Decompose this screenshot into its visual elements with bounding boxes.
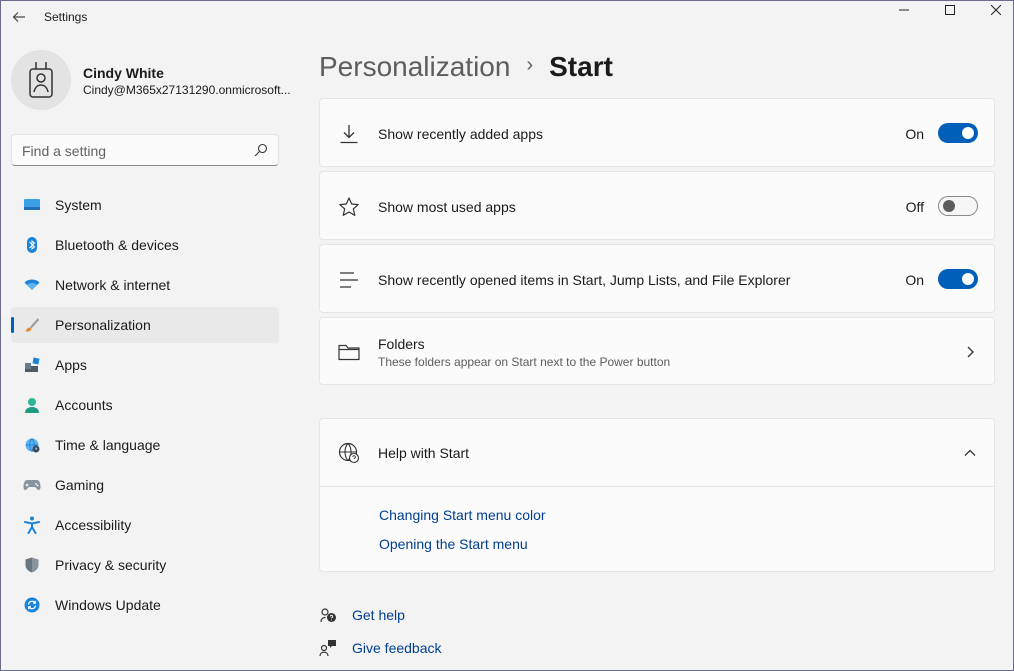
update-icon — [23, 596, 41, 614]
search-box[interactable] — [11, 134, 279, 166]
chevron-right-icon — [962, 344, 978, 360]
sidebar-item-label: Gaming — [55, 477, 105, 493]
help-title: Help with Start — [378, 445, 470, 461]
close-icon — [991, 5, 1001, 15]
settings-window: Settings Cindy White Cindy@M365x27131290… — [0, 0, 1014, 671]
toggle-state-text: On — [905, 126, 924, 142]
sidebar-item-label: Apps — [55, 357, 87, 373]
badge-person-icon — [29, 62, 53, 98]
close-button[interactable] — [973, 1, 1014, 19]
page-title: Start — [549, 51, 613, 82]
sidebar-nav: System Bluetooth & devices Network & int… — [11, 187, 279, 627]
help-header[interactable]: Help with Start — [320, 419, 994, 487]
back-arrow-icon — [12, 12, 25, 22]
give-feedback-icon — [319, 639, 337, 657]
sidebar-item-label: System — [55, 197, 102, 213]
accessibility-icon — [23, 516, 41, 534]
sidebar-item-label: Bluetooth & devices — [55, 237, 179, 253]
setting-label: Show most used apps — [378, 199, 516, 215]
recently-opened-toggle[interactable] — [938, 269, 978, 289]
sidebar-item-windows-update[interactable]: Windows Update — [11, 587, 279, 623]
toggle-state-text: Off — [905, 199, 924, 215]
setting-label: Show recently opened items in Start, Jum… — [378, 272, 791, 288]
get-help-icon — [319, 606, 337, 624]
download-icon — [338, 123, 360, 145]
app-title: Settings — [44, 10, 88, 24]
sidebar-item-label: Time & language — [55, 437, 161, 453]
bluetooth-icon — [23, 236, 41, 254]
toggle-knob — [962, 273, 974, 285]
maximize-button[interactable] — [927, 1, 973, 19]
get-help-link[interactable]: Get help — [319, 604, 405, 626]
sidebar-item-label: Privacy & security — [55, 557, 167, 573]
sidebar-item-personalization[interactable]: Personalization — [11, 307, 279, 343]
recently-added-toggle[interactable] — [938, 123, 978, 143]
breadcrumb-separator: › — [526, 53, 534, 76]
system-icon — [23, 196, 41, 214]
give-feedback-label: Give feedback — [352, 640, 442, 656]
sidebar-item-label: Network & internet — [55, 277, 171, 293]
setting-folders[interactable]: Folders These folders appear on Start ne… — [319, 317, 995, 385]
sidebar-item-label: Windows Update — [55, 597, 161, 613]
setting-label: Show recently added apps — [378, 126, 543, 142]
sidebar-item-gaming[interactable]: Gaming — [11, 467, 279, 503]
avatar[interactable] — [11, 50, 71, 110]
user-name: Cindy White — [83, 65, 164, 81]
help-section: Help with Start Changing Start menu colo… — [319, 418, 995, 572]
folder-icon — [338, 341, 360, 363]
setting-recently-added-apps: Show recently added apps On — [319, 98, 995, 167]
chevron-up-icon[interactable] — [962, 445, 978, 461]
globe-clock-icon — [23, 436, 41, 454]
minimize-icon — [899, 9, 909, 11]
help-link-opening-start-menu[interactable]: Opening the Start menu — [379, 536, 528, 552]
sidebar-item-time-language[interactable]: Time & language — [11, 427, 279, 463]
sidebar-item-accessibility[interactable]: Accessibility — [11, 507, 279, 543]
sidebar-item-label: Accounts — [55, 397, 113, 413]
sidebar-item-apps[interactable]: Apps — [11, 347, 279, 383]
setting-label: Folders — [378, 336, 425, 352]
setting-description: These folders appear on Start next to th… — [378, 355, 671, 369]
toggle-state-text: On — [905, 272, 924, 288]
list-icon — [338, 269, 360, 291]
sidebar-item-accounts[interactable]: Accounts — [11, 387, 279, 423]
apps-icon — [23, 356, 41, 374]
sidebar-item-privacy[interactable]: Privacy & security — [11, 547, 279, 583]
sidebar-item-label: Accessibility — [55, 517, 132, 533]
sidebar-item-network[interactable]: Network & internet — [11, 267, 279, 303]
toggle-knob — [943, 200, 955, 212]
back-button[interactable] — [7, 5, 31, 29]
breadcrumb-parent[interactable]: Personalization — [319, 51, 510, 83]
sidebar-item-system[interactable]: System — [11, 187, 279, 223]
sidebar-item-label: Personalization — [55, 317, 151, 333]
accounts-icon — [23, 396, 41, 414]
search-icon[interactable] — [254, 143, 268, 157]
gamepad-icon — [23, 476, 41, 494]
star-icon — [338, 196, 360, 218]
minimize-button[interactable] — [881, 1, 927, 19]
setting-most-used-apps: Show most used apps Off — [319, 171, 995, 240]
breadcrumb: Personalization › Start — [319, 51, 613, 83]
search-input[interactable] — [22, 141, 242, 161]
wifi-icon — [23, 276, 41, 294]
brush-icon — [23, 316, 41, 334]
sidebar-item-bluetooth[interactable]: Bluetooth & devices — [11, 227, 279, 263]
setting-recently-opened-items: Show recently opened items in Start, Jum… — [319, 244, 995, 313]
give-feedback-link[interactable]: Give feedback — [319, 637, 442, 659]
selection-indicator — [11, 317, 14, 333]
globe-help-icon — [338, 442, 360, 464]
user-email: Cindy@M365x27131290.onmicrosoft... — [83, 83, 291, 97]
get-help-label: Get help — [352, 607, 405, 623]
most-used-toggle[interactable] — [938, 196, 978, 216]
help-link-start-menu-color[interactable]: Changing Start menu color — [379, 507, 546, 523]
title-bar: Settings — [1, 1, 1013, 33]
toggle-knob — [962, 127, 974, 139]
shield-icon — [23, 556, 41, 574]
maximize-icon — [945, 5, 955, 15]
